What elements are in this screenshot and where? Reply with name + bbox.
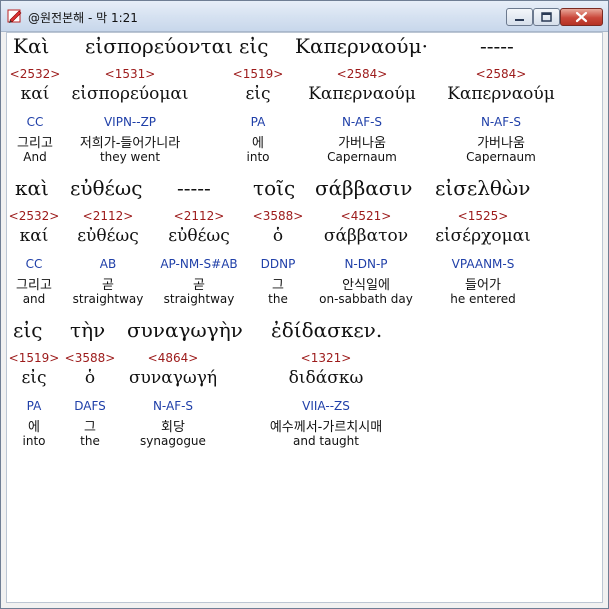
parsing-code: VIIA--ZS [302,399,350,413]
minimize-button[interactable] [506,8,533,26]
greek-word[interactable]: ----- [480,34,514,58]
greek-word[interactable]: ἐδίδασκεν. [271,318,382,342]
lemma: Καπερναούμ [447,84,555,104]
interlinear-panel: Καὶ <2532> καί CC 그리고 And εἰσπορεύονται <1531> ε… [6,32,603,603]
greek-word[interactable]: καὶ [15,176,49,200]
bible-app-icon [7,9,22,23]
close-button[interactable] [560,8,603,26]
greek-word[interactable]: Καπερναούμ· [295,34,428,58]
greek-word[interactable]: τὴν [70,318,105,342]
greek-word[interactable]: σάββασιν [315,176,412,200]
greek-word[interactable]: συναγωγὴν [127,318,243,342]
greek-word[interactable]: εἰσπορεύονται [85,34,233,58]
greek-word[interactable]: εἰς [13,318,42,342]
english-gloss: he entered [450,292,516,306]
greek-word[interactable]: τοῖς [253,176,295,200]
minimize-icon [515,19,524,21]
korean-gloss: 들어가 [465,278,501,293]
parsing-code: N-AF-S [480,115,522,129]
strongs-number[interactable]: <2584> [411,67,591,81]
title-bar[interactable]: @원전본해 - 막 1:21 [1,1,608,32]
close-icon [575,11,588,23]
greek-word[interactable]: εἰσελθὼν [435,176,530,200]
greek-word[interactable]: εἰς [239,34,268,58]
korean-gloss: 예수께서-가르치시매 [269,420,383,435]
maximize-icon [541,12,552,22]
greek-word[interactable]: ----- [177,176,211,200]
strongs-number[interactable]: <1525> [393,209,573,223]
korean-gloss: 가버나움 [477,136,525,151]
lemma: εἰσέρχομαι [435,226,531,246]
english-gloss: and taught [293,434,359,448]
strongs-number[interactable]: <1321> [236,351,416,365]
english-gloss: Capernaum [466,150,536,164]
maximize-button[interactable] [533,8,560,26]
greek-word[interactable]: εὐθέως [70,176,142,200]
lemma: διδάσκω [288,368,364,388]
window-title: @원전본해 - 막 1:21 [28,11,138,25]
parsing-code: VPAANM-S [451,257,515,271]
app-window: @원전본해 - 막 1:21 Καὶ <2532> καί CC 그리고 And εἰσπο… [0,0,609,609]
greek-word[interactable]: Καὶ [13,34,49,58]
